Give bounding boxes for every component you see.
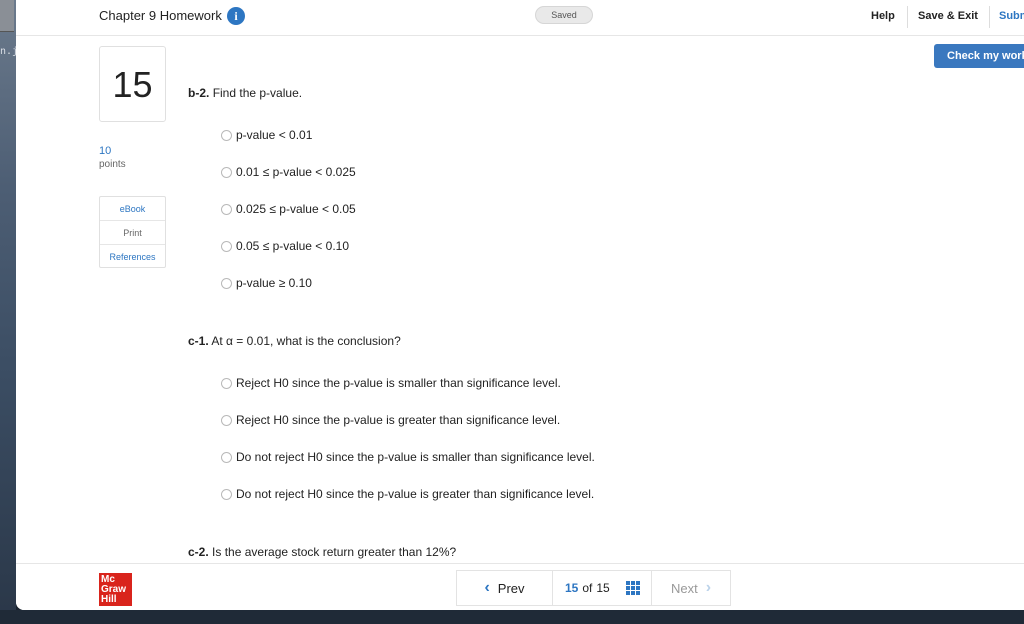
question-c1-label: c-1. [188, 334, 209, 348]
question-c2: c-2. Is the average stock return greater… [188, 545, 456, 559]
b2-option-2[interactable]: 0.01 ≤ p-value < 0.025 [221, 164, 356, 180]
option-label: Reject H0 since the p-value is greater t… [236, 413, 561, 427]
option-label: p-value < 0.01 [236, 128, 313, 142]
desktop-thumbnail [0, 0, 14, 32]
check-my-work-button[interactable]: Check my work [934, 44, 1024, 68]
mcgraw-hill-logo: Mc Graw Hill [99, 573, 132, 606]
option-label: p-value ≥ 0.10 [236, 276, 312, 290]
option-label: 0.05 ≤ p-value < 0.10 [236, 239, 349, 253]
radio-button[interactable] [221, 277, 232, 289]
footer-nav: Mc Graw Hill ‹ Prev 15 of 15 Next › [16, 563, 1024, 610]
question-b2: b-2. Find the p-value. [188, 86, 302, 100]
radio-button[interactable] [221, 240, 232, 252]
references-link[interactable]: References [100, 245, 165, 269]
help-link[interactable]: Help [871, 10, 895, 22]
question-c1: c-1. At α = 0.01, what is the conclusion… [188, 334, 401, 348]
chevron-right-icon: › [705, 579, 712, 596]
points-value: 10 [99, 145, 112, 157]
info-icon[interactable]: i [227, 7, 245, 25]
radio-button[interactable] [221, 203, 232, 215]
option-label: Do not reject H0 since the p-value is gr… [236, 487, 595, 501]
page-indicator[interactable]: 15 of 15 [552, 570, 652, 606]
page-of-label: of [582, 581, 593, 595]
b2-option-4[interactable]: 0.05 ≤ p-value < 0.10 [221, 238, 349, 254]
header-divider [989, 6, 990, 28]
desktop-background: n.j [0, 0, 18, 624]
b2-option-3[interactable]: 0.025 ≤ p-value < 0.05 [221, 201, 356, 217]
radio-button[interactable] [221, 129, 232, 141]
assignment-title: Chapter 9 Homework [99, 8, 222, 23]
chevron-left-icon: ‹ [484, 579, 490, 596]
top-header: Chapter 9 Homework i Saved Help Save & E… [16, 0, 1024, 36]
homework-window: Chapter 9 Homework i Saved Help Save & E… [16, 0, 1024, 610]
radio-button[interactable] [221, 377, 232, 389]
resources-panel: eBook Print References [99, 196, 166, 268]
c1-option-4[interactable]: Do not reject H0 since the p-value is gr… [221, 486, 594, 502]
prev-button[interactable]: ‹ Prev [456, 570, 553, 606]
c1-option-3[interactable]: Do not reject H0 since the p-value is sm… [221, 449, 595, 465]
c1-option-2[interactable]: Reject H0 since the p-value is greater t… [221, 412, 560, 428]
radio-button[interactable] [221, 414, 232, 426]
c1-option-1[interactable]: Reject H0 since the p-value is smaller t… [221, 375, 561, 391]
question-number: 15 [99, 46, 166, 122]
points-label: points [99, 159, 126, 170]
question-grid-icon[interactable] [625, 581, 640, 595]
option-label: Do not reject H0 since the p-value is sm… [236, 450, 595, 464]
b2-option-5[interactable]: p-value ≥ 0.10 [221, 275, 312, 291]
header-divider [907, 6, 908, 28]
question-b2-label: b-2. [188, 86, 210, 100]
logo-line: Hill [101, 594, 117, 605]
question-b2-prompt: Find the p-value. [212, 86, 303, 100]
next-label: Next [670, 580, 698, 596]
desktop-bottom-edge [0, 610, 1024, 624]
page-current: 15 [565, 581, 579, 595]
print-link[interactable]: Print [100, 221, 165, 245]
page-total: 15 [596, 581, 610, 595]
question-c2-label: c-2. [188, 545, 209, 559]
question-c2-prompt: Is the average stock return greater than… [212, 545, 457, 559]
option-label: 0.01 ≤ p-value < 0.025 [236, 165, 356, 179]
option-label: 0.025 ≤ p-value < 0.05 [236, 202, 356, 216]
radio-button[interactable] [221, 166, 232, 178]
ebook-link[interactable]: eBook [100, 197, 165, 221]
b2-option-1[interactable]: p-value < 0.01 [221, 127, 312, 143]
radio-button[interactable] [221, 488, 232, 500]
question-c1-prompt: At α = 0.01, what is the conclusion? [211, 334, 401, 348]
prev-label: Prev [497, 580, 525, 596]
radio-button[interactable] [221, 451, 232, 463]
save-exit-link[interactable]: Save & Exit [918, 10, 978, 22]
next-button[interactable]: Next › [651, 570, 731, 606]
submit-link[interactable]: Submit [999, 10, 1024, 22]
option-label: Reject H0 since the p-value is smaller t… [236, 376, 561, 390]
saved-status-badge: Saved [535, 6, 593, 24]
